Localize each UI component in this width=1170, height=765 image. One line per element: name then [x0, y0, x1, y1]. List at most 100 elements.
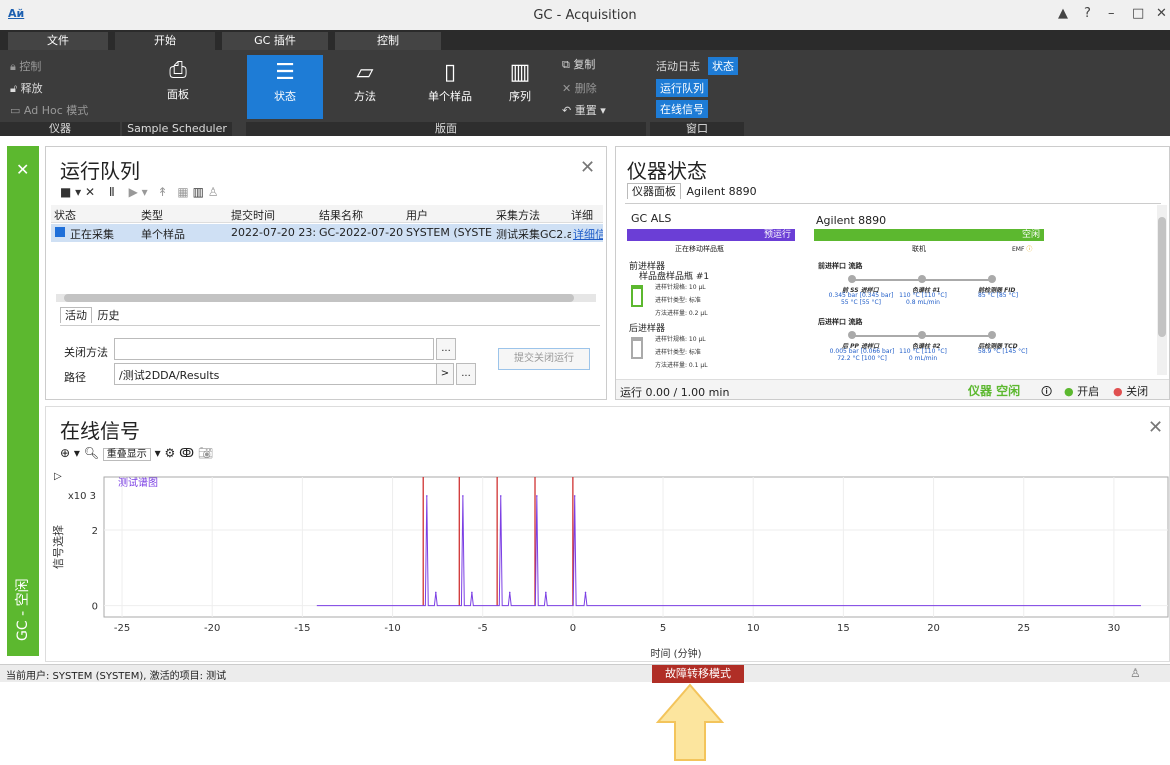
subtab-bar: 活动 历史 [60, 307, 122, 323]
status-window-button[interactable]: 状态 [708, 57, 738, 75]
online-signal-window-button[interactable]: 在线信号 [656, 100, 708, 118]
x-tick-label: -20 [204, 623, 220, 634]
scrollbar-thumb[interactable] [64, 294, 574, 302]
copy-button[interactable]: ⧉ 复制 [562, 56, 595, 72]
status-bar: 当前用户: SYSTEM (SYSTEM), 激活的项目: 测试 故障转移模式 … [0, 664, 1170, 683]
vertical-scrollbar[interactable] [1157, 205, 1167, 375]
tab-agilent-8890[interactable]: Agilent 8890 [685, 184, 759, 199]
col-submit-time[interactable]: 提交时间 [231, 207, 275, 223]
power-on-button[interactable]: ● 开启 [1064, 383, 1099, 399]
queue-sequence-icon[interactable]: ▥ [193, 185, 204, 199]
path-browse-button[interactable]: ... [456, 363, 476, 385]
x-tick-label: 30 [1108, 623, 1121, 634]
single-sample-layout-button[interactable]: ▯ 单个样品 [410, 58, 490, 104]
online-signal-toolbar: ⊕ ▾ 🔍︎ 重叠显示 ▾ ⚙ ↂ 📷︎ [60, 445, 213, 461]
ribbon: 🔒︎ 控制 🔓︎ 释放 ▭ Ad Hoc 模式 仪器 ⎙ 面板 Sample S… [0, 50, 1170, 136]
col-user[interactable]: 用户 [406, 207, 428, 223]
submit-close-run-button[interactable]: 提交关闭运行 [498, 348, 590, 370]
current-user-text: 当前用户: SYSTEM (SYSTEM), 激活的项目: 测试 [6, 671, 227, 682]
tab-home[interactable]: 开始 [115, 32, 215, 50]
path-arrow-button[interactable]: > [436, 363, 454, 385]
list-icon: ☰ [275, 60, 295, 85]
method-layout-button[interactable]: ▱ 方法 [330, 58, 400, 104]
vials-icon: ▥ [509, 60, 531, 85]
ribbon-tabs: 文件 开始 GC 插件 控制 [0, 30, 1170, 50]
tab-active[interactable]: 活动 [60, 307, 92, 323]
col-status[interactable]: 状态 [54, 207, 76, 223]
run-queue-close-icon[interactable]: ✕ [580, 157, 595, 178]
maximize-button[interactable]: □ [1132, 6, 1144, 21]
overlay-dropdown[interactable]: 重叠显示 [102, 448, 151, 461]
path-label: 路径 [64, 371, 86, 384]
back-node [918, 331, 926, 339]
front-detail: 进样针规格: 10 μL [655, 284, 706, 291]
sequence-layout-button[interactable]: ▥ 序列 [495, 58, 545, 104]
path-input[interactable]: /测试2DDA/Results [114, 363, 454, 385]
move-up-icon[interactable]: ↟ [158, 185, 168, 199]
col-detail[interactable]: 详细 [571, 207, 593, 223]
sidebar-close-icon[interactable]: ✕ [16, 160, 29, 179]
tab-instrument-panel[interactable]: 仪器面板 [627, 183, 681, 199]
run-queue-panel: 运行队列 ✕ ■ ▾ ✕ Ⅱ ▶ ▾ ↟ ▦ ▥ ♙ 状态 类型 提交时间 结果… [45, 146, 607, 400]
emf-indicator: EMF ⓘ [1012, 246, 1033, 253]
front-detail: 进样针类型: 标准 [655, 297, 701, 304]
tab-history[interactable]: 历史 [96, 308, 122, 323]
reset-button[interactable]: ↶ 重置 ▾ [562, 102, 606, 118]
row-detail-link[interactable]: 详细信 [573, 226, 603, 242]
divider [60, 325, 600, 326]
table-row[interactable]: 正在采集 单个样品 2022-07-20 23: GC-2022-07-20 S… [51, 224, 603, 242]
power-off-button[interactable]: ● 关闭 [1113, 383, 1148, 399]
col-result-name[interactable]: 结果名称 [319, 207, 363, 223]
pan-icon[interactable]: ⊕ ▾ [60, 446, 80, 460]
ribbon-collapse-icon[interactable]: ▲ [1058, 6, 1068, 21]
scrollbar-thumb[interactable] [1158, 217, 1166, 337]
y-tick-label: 2 [92, 526, 98, 537]
signal-select-icon[interactable]: ↂ [179, 446, 194, 460]
status-layout-button[interactable]: ☰ 状态 [247, 55, 323, 119]
row-method: 测试采集GC2.am [496, 228, 571, 241]
camera-icon[interactable]: 📷︎ [198, 446, 213, 460]
delete-icon: ✕ [562, 82, 572, 95]
close-button[interactable]: ✕ [1156, 6, 1167, 21]
run-queue-window-button[interactable]: 运行队列 [656, 79, 708, 97]
online-signal-panel: 在线信号 ✕ ⊕ ▾ 🔍︎ 重叠显示 ▾ ⚙ ↂ 📷︎ ▷ -25 -20 -15-… [45, 406, 1170, 662]
group-instrument-label: 仪器 [0, 122, 120, 136]
horizontal-scrollbar[interactable] [56, 294, 596, 302]
adhoc-mode-button[interactable]: ▭ Ad Hoc 模式 [10, 102, 88, 118]
help-icon[interactable]: ? [1084, 6, 1091, 21]
x-tick-label: 25 [1017, 623, 1030, 634]
signal-chart[interactable]: -25 -20 -15 -10 -5 0 5 10 15 20 25 30 0 2 x10 3 测试谱图信号选… [46, 467, 1170, 663]
divider [625, 203, 1161, 204]
close-method-label: 关闭方法 [64, 346, 108, 359]
stop-icon[interactable]: ■ ▾ ✕ [60, 185, 95, 199]
play-icon[interactable]: ▶ ▾ [129, 185, 148, 199]
user-icon[interactable]: ♙ [1130, 666, 1141, 680]
minimize-button[interactable]: – [1108, 6, 1115, 21]
zoom-icon[interactable]: 🔍︎ [84, 446, 99, 460]
tab-file[interactable]: 文件 [8, 32, 108, 50]
queue-user-icon[interactable]: ♙ [208, 185, 219, 199]
pause-icon[interactable]: Ⅱ [109, 185, 115, 199]
col-type[interactable]: 类型 [141, 207, 163, 223]
info-icon[interactable]: 🛈 [1041, 383, 1052, 402]
release-button[interactable]: 🔓︎ 释放 [10, 80, 43, 96]
copy-icon: ⧉ [562, 58, 570, 71]
front-node [988, 275, 996, 283]
panel-button[interactable]: ⎙ 面板 [150, 56, 206, 102]
queue-view-icon[interactable]: ▦ [177, 185, 188, 199]
chevron-down-icon[interactable]: ▾ [155, 446, 161, 460]
col-method[interactable]: 采集方法 [496, 207, 540, 223]
back-node [848, 331, 856, 339]
close-method-input[interactable] [114, 338, 434, 360]
activity-log-button[interactable]: 活动日志 [656, 58, 700, 74]
run-queue-header: 状态 类型 提交时间 结果名称 用户 采集方法 详细 [51, 205, 603, 223]
run-queue-toolbar: ■ ▾ ✕ Ⅱ ▶ ▾ ↟ ▦ ▥ ♙ [60, 185, 219, 199]
online-signal-close-icon[interactable]: ✕ [1148, 417, 1163, 438]
settings-icon[interactable]: ⚙ [164, 446, 175, 460]
control-button[interactable]: 🔒︎ 控制 [10, 58, 41, 74]
delete-button[interactable]: ✕ 删除 [562, 80, 597, 96]
tab-gc-plugin[interactable]: GC 插件 [222, 32, 328, 50]
tab-control[interactable]: 控制 [335, 32, 441, 50]
row-status: 正在采集 [70, 228, 114, 241]
close-method-browse-button[interactable]: ... [436, 338, 456, 360]
